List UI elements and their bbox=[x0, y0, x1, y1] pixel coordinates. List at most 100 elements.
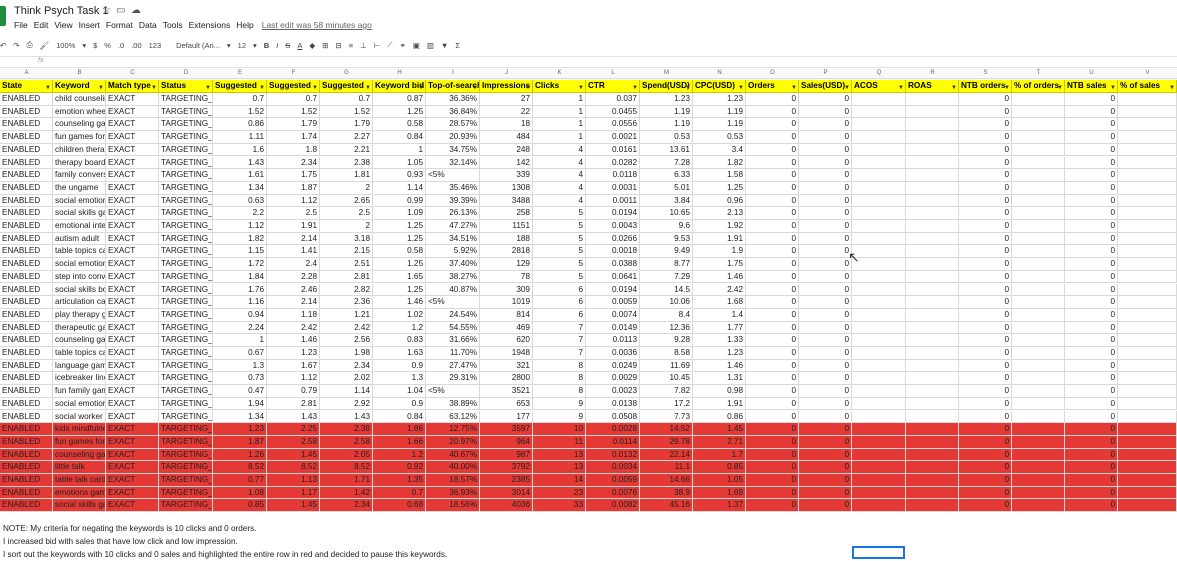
table-cell[interactable]: 0 bbox=[959, 156, 1012, 170]
table-cell[interactable]: 2.5 bbox=[267, 207, 320, 220]
table-cell[interactable]: 2.81 bbox=[267, 397, 320, 411]
strikethrough-button[interactable]: S bbox=[285, 41, 290, 50]
table-cell[interactable]: 4 bbox=[533, 143, 586, 157]
table-cell[interactable]: 1.66 bbox=[373, 435, 426, 449]
paint-format-icon[interactable]: 🖌 bbox=[40, 41, 50, 50]
table-cell[interactable]: 0.7 bbox=[373, 486, 426, 500]
table-cell[interactable] bbox=[906, 359, 959, 373]
table-cell[interactable]: 0.0641 bbox=[586, 270, 640, 284]
table-cell[interactable]: fun games for kids bbox=[53, 131, 106, 144]
table-cell[interactable]: 0 bbox=[1065, 93, 1118, 106]
menu-file[interactable]: File bbox=[14, 20, 28, 30]
table-cell[interactable]: 2.82 bbox=[320, 283, 373, 297]
table-cell[interactable]: 0 bbox=[799, 270, 852, 284]
table-cell[interactable]: EXACT bbox=[106, 410, 159, 424]
table-cell[interactable]: 5.01 bbox=[640, 181, 693, 195]
filter-dropdown-icon[interactable]: ▼ bbox=[578, 82, 584, 92]
table-cell[interactable] bbox=[1118, 143, 1177, 157]
table-cell[interactable]: 0 bbox=[1065, 232, 1118, 246]
table-cell[interactable]: 0 bbox=[959, 181, 1012, 195]
table-cell[interactable]: 0 bbox=[799, 232, 852, 246]
table-cell[interactable] bbox=[1118, 194, 1177, 208]
table-cell[interactable] bbox=[906, 347, 959, 360]
table-cell[interactable]: play therapy games bbox=[53, 308, 106, 322]
table-cell[interactable]: EXACT bbox=[106, 181, 159, 195]
table-cell[interactable] bbox=[852, 93, 906, 106]
table-cell[interactable]: 2.58 bbox=[320, 435, 373, 449]
table-cell[interactable] bbox=[1012, 181, 1065, 195]
table-cell[interactable]: 1.52 bbox=[213, 105, 267, 119]
table-cell[interactable]: 0 bbox=[746, 486, 799, 500]
table-cell[interactable]: 0 bbox=[1065, 181, 1118, 195]
table-cell[interactable]: 14.66 bbox=[640, 474, 693, 487]
table-cell[interactable]: 13 bbox=[533, 448, 586, 462]
column-letter-r[interactable]: R bbox=[906, 70, 959, 76]
merge-icon[interactable]: ⊟ bbox=[335, 41, 341, 50]
table-cell[interactable]: 29.78 bbox=[640, 435, 693, 449]
table-cell[interactable]: 1.25 bbox=[373, 220, 426, 233]
table-cell[interactable]: 0 bbox=[799, 461, 852, 474]
table-cell[interactable]: 0 bbox=[746, 220, 799, 233]
table-cell[interactable]: 1.42 bbox=[320, 486, 373, 500]
table-cell[interactable] bbox=[1118, 93, 1177, 106]
table-cell[interactable]: 0 bbox=[746, 270, 799, 284]
note-text[interactable]: I increased bid with sales that have low… bbox=[3, 535, 238, 548]
table-cell[interactable]: 6 bbox=[533, 308, 586, 322]
header-cell[interactable]: CPC(USD) ▼ bbox=[693, 80, 746, 93]
table-cell[interactable]: 1.23 bbox=[213, 423, 267, 436]
table-cell[interactable]: 13.61 bbox=[640, 143, 693, 157]
column-letter-o[interactable]: O bbox=[746, 70, 799, 76]
table-cell[interactable]: 2.14 bbox=[267, 296, 320, 309]
table-cell[interactable]: 1 bbox=[533, 93, 586, 106]
table-cell[interactable] bbox=[906, 93, 959, 106]
table-cell[interactable]: 0 bbox=[799, 372, 852, 386]
table-cell[interactable]: 4 bbox=[533, 181, 586, 195]
table-cell[interactable]: 0.0034 bbox=[586, 461, 640, 474]
table-cell[interactable] bbox=[906, 486, 959, 500]
table-cell[interactable]: 4 bbox=[533, 194, 586, 208]
table-cell[interactable]: 27.47% bbox=[426, 359, 480, 373]
table-cell[interactable]: 1.6 bbox=[213, 143, 267, 157]
table-cell[interactable]: 8 bbox=[533, 385, 586, 398]
table-cell[interactable]: 0 bbox=[799, 194, 852, 208]
table-cell[interactable]: 0.0043 bbox=[586, 220, 640, 233]
table-cell[interactable] bbox=[1118, 296, 1177, 309]
table-cell[interactable] bbox=[1118, 207, 1177, 220]
table-cell[interactable]: 321 bbox=[480, 359, 533, 373]
table-cell[interactable]: EXACT bbox=[106, 270, 159, 284]
table-cell[interactable]: TARGETING_ bbox=[159, 461, 213, 474]
table-cell[interactable]: 0 bbox=[959, 423, 1012, 436]
table-cell[interactable]: EXACT bbox=[106, 245, 159, 259]
table-cell[interactable]: 0.92 bbox=[373, 461, 426, 474]
table-cell[interactable]: EXACT bbox=[106, 131, 159, 144]
table-cell[interactable]: ENABLED bbox=[0, 372, 53, 386]
table-cell[interactable] bbox=[1118, 270, 1177, 284]
menu-insert[interactable]: Insert bbox=[79, 20, 100, 30]
table-cell[interactable] bbox=[906, 131, 959, 144]
table-cell[interactable] bbox=[852, 347, 906, 360]
table-cell[interactable]: 0 bbox=[746, 194, 799, 208]
table-cell[interactable]: 1.7 bbox=[693, 448, 746, 462]
table-cell[interactable]: ENABLED bbox=[0, 461, 53, 474]
table-cell[interactable]: 1.98 bbox=[320, 347, 373, 360]
table-cell[interactable] bbox=[906, 461, 959, 474]
table-cell[interactable]: 0.0508 bbox=[586, 410, 640, 424]
table-cell[interactable]: 2.21 bbox=[320, 143, 373, 157]
header-cell[interactable]: Top-of-search ▼ bbox=[426, 80, 480, 93]
table-cell[interactable] bbox=[906, 308, 959, 322]
table-cell[interactable]: 0 bbox=[746, 499, 799, 513]
table-cell[interactable]: ENABLED bbox=[0, 321, 53, 335]
header-cell[interactable]: Spend(USD) ▼ bbox=[640, 80, 693, 93]
table-cell[interactable]: 2818 bbox=[480, 245, 533, 259]
table-cell[interactable]: 1.31 bbox=[693, 372, 746, 386]
table-cell[interactable]: 0.7 bbox=[213, 93, 267, 106]
table-cell[interactable]: 2.42 bbox=[320, 321, 373, 335]
table-cell[interactable]: 0 bbox=[799, 410, 852, 424]
table-cell[interactable]: 1.19 bbox=[640, 105, 693, 119]
header-cell[interactable]: % of orders ▼ bbox=[1012, 80, 1065, 93]
bold-button[interactable]: B bbox=[264, 41, 269, 50]
table-cell[interactable]: EXACT bbox=[106, 308, 159, 322]
table-cell[interactable]: 0 bbox=[1065, 131, 1118, 144]
header-cell[interactable]: Keyword ▼ bbox=[53, 80, 106, 93]
table-cell[interactable]: 0 bbox=[746, 435, 799, 449]
